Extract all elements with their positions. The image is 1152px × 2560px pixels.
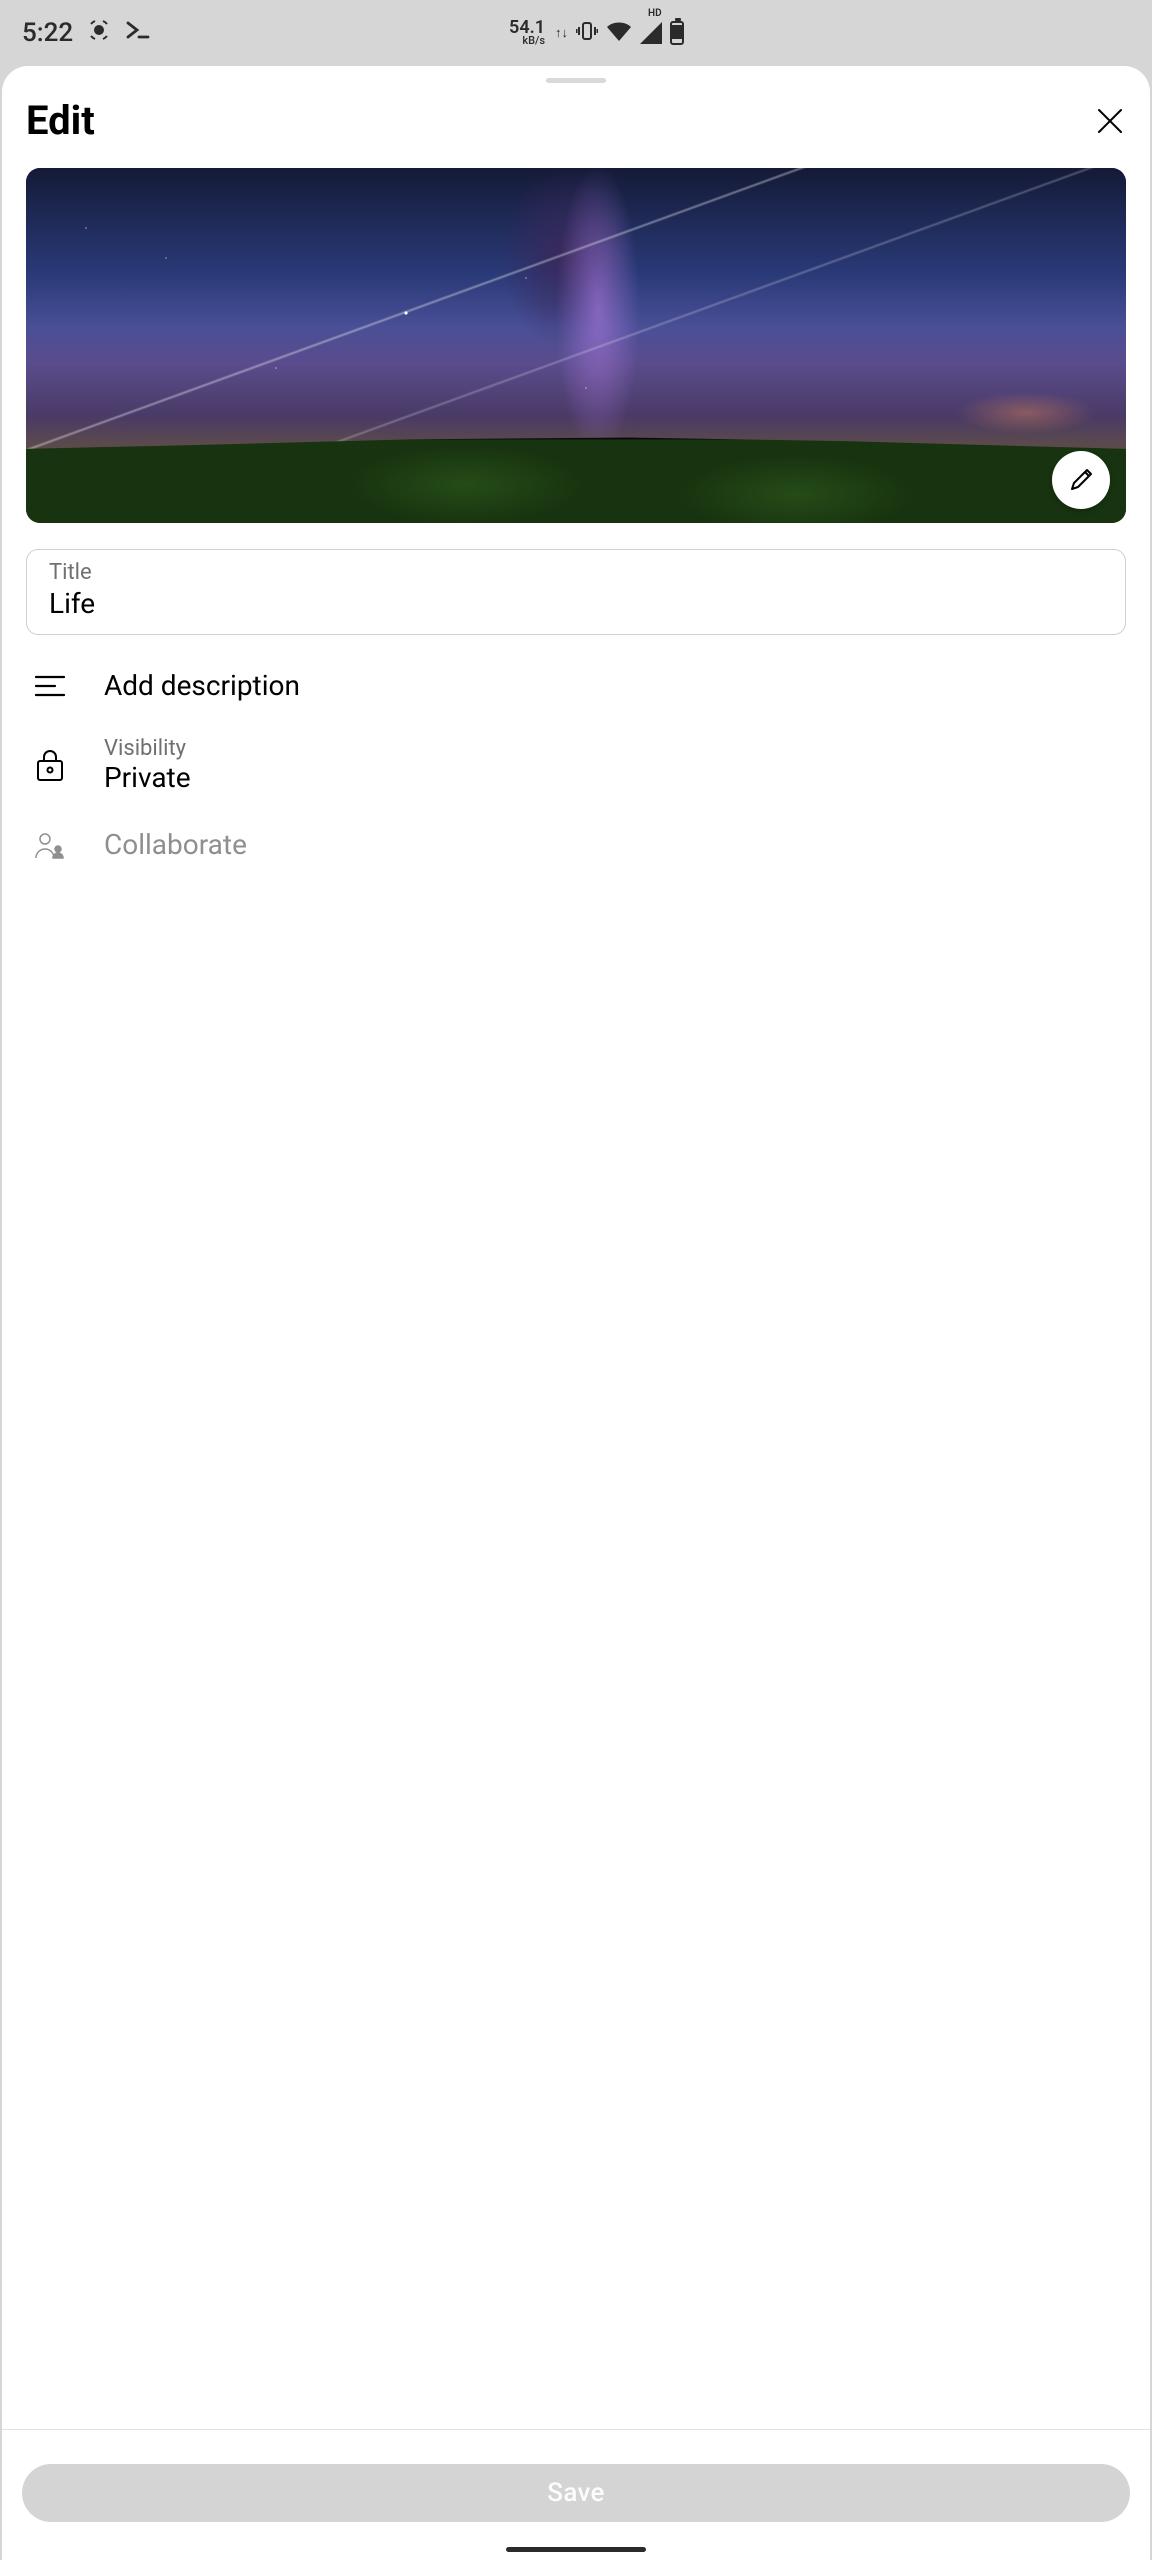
cover-image — [26, 168, 1126, 523]
vibrate-icon — [576, 18, 598, 48]
title-input[interactable] — [49, 587, 1103, 620]
collaborate-row: Collaborate — [30, 828, 1122, 861]
wifi-icon — [606, 18, 632, 48]
add-description-row[interactable]: Add description — [30, 669, 1122, 702]
home-indicator — [506, 2547, 646, 2552]
pencil-icon — [1067, 466, 1095, 494]
visibility-value: Private — [104, 761, 191, 794]
edit-cover-button[interactable] — [1052, 451, 1110, 509]
sheet-title: Edit — [26, 97, 95, 144]
status-bar: 5:22 54.1 kB/s ↑↓ — [0, 0, 706, 66]
collaborate-icon — [30, 831, 70, 859]
lock-icon — [30, 748, 70, 782]
visibility-label: Visibility — [104, 736, 191, 761]
title-field[interactable]: Title — [26, 549, 1126, 635]
collaborate-label: Collaborate — [104, 828, 247, 861]
footer-separator — [2, 2429, 1150, 2430]
close-button[interactable] — [1094, 105, 1126, 137]
description-icon — [30, 675, 70, 697]
terminal-icon — [125, 18, 151, 49]
battery-icon — [670, 21, 684, 45]
add-description-label: Add description — [104, 669, 300, 702]
save-button[interactable]: Save — [22, 2464, 1130, 2522]
network-speed: 54.1 kB/s — [509, 20, 545, 46]
net-arrows-icon: ↑↓ — [555, 25, 568, 41]
cell-signal-icon — [640, 22, 662, 44]
target-icon — [87, 18, 111, 49]
clock: 5:22 — [22, 18, 73, 48]
visibility-row[interactable]: Visibility Private — [30, 736, 1122, 794]
title-label: Title — [49, 560, 92, 585]
edit-sheet: Edit Title — [2, 66, 1150, 2560]
